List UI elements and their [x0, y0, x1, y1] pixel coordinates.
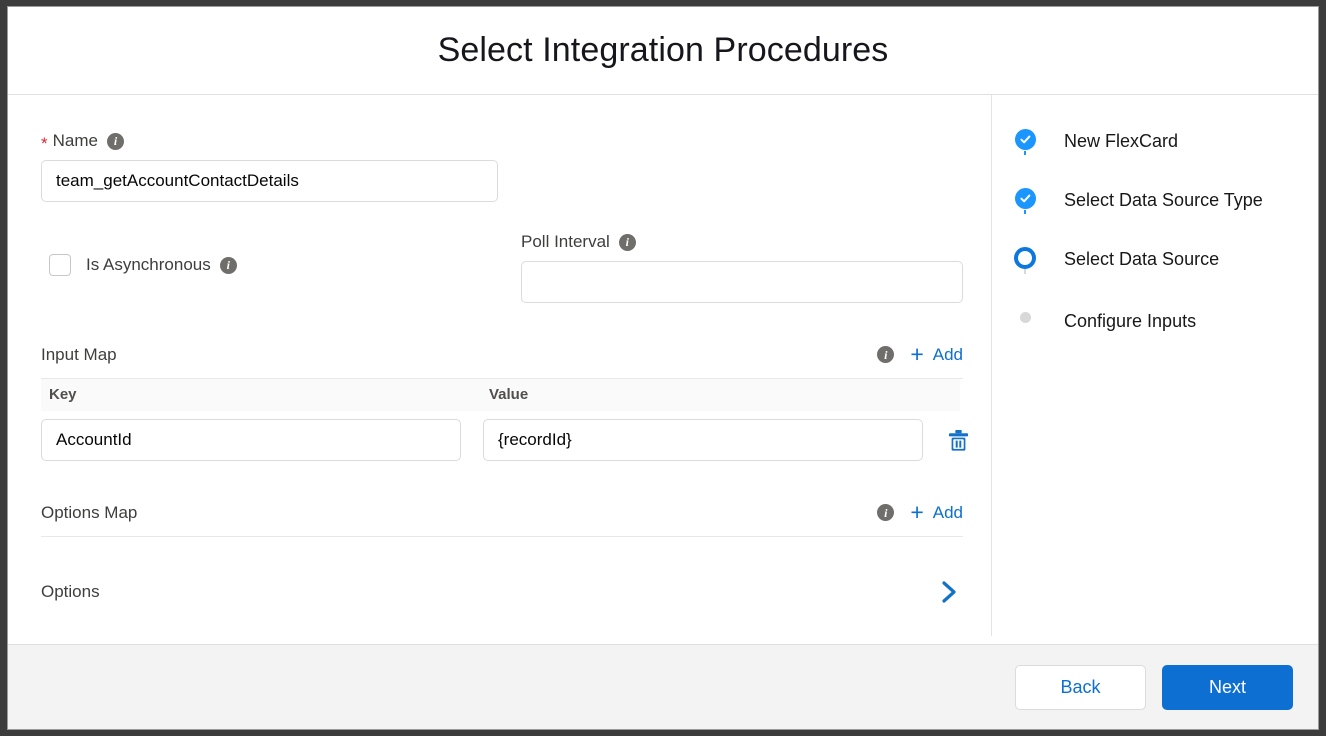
input-map-value-cell: {recordId} [483, 419, 923, 461]
options-accordion-row[interactable]: Options [41, 579, 960, 621]
plus-icon[interactable]: + [910, 343, 923, 366]
name-input-wrapper: team_getAccountContactDetails [41, 160, 498, 202]
wizard-stepper-pane: New FlexCard Select Data Source Type [992, 95, 1318, 644]
info-icon[interactable]: i [220, 257, 237, 274]
step-marker [1012, 247, 1038, 269]
step-completed-icon [1015, 188, 1036, 209]
stepper-item-select-data-source-type[interactable]: Select Data Source Type [1012, 188, 1318, 247]
chevron-right-icon[interactable] [938, 579, 960, 605]
input-map-key-input[interactable]: AccountId [41, 419, 461, 461]
next-button[interactable]: Next [1162, 665, 1293, 710]
step-pending-icon [1020, 312, 1031, 323]
poll-interval-label-row: Poll Interval i [521, 232, 963, 252]
table-row: AccountId {recordId} [41, 419, 1001, 461]
step-connector [1024, 269, 1026, 274]
is-asynchronous-checkbox[interactable] [49, 254, 71, 276]
is-asynchronous-group[interactable]: Is Asynchronous i [41, 232, 521, 276]
stepper-item-label: New FlexCard [1064, 129, 1178, 152]
is-asynchronous-label: Is Asynchronous [86, 255, 211, 275]
poll-interval-input[interactable] [521, 261, 963, 303]
required-asterisk: * [41, 135, 48, 152]
column-header-key: Key [49, 386, 77, 403]
back-button[interactable]: Back [1015, 665, 1146, 710]
async-poll-row: Is Asynchronous i Poll Interval i [41, 232, 963, 303]
input-map-add-button[interactable]: Add [933, 345, 963, 365]
poll-interval-group: Poll Interval i [521, 232, 963, 303]
page-title: Select Integration Procedures [438, 31, 889, 70]
stepper-item-label: Configure Inputs [1064, 306, 1196, 332]
trash-icon [948, 429, 969, 452]
wizard-stepper: New FlexCard Select Data Source Type [992, 129, 1318, 334]
name-label: Name [53, 131, 98, 151]
input-map-value-input[interactable]: {recordId} [483, 419, 923, 461]
options-label: Options [41, 582, 938, 602]
options-map-header: Options Map i + Add [41, 501, 963, 537]
name-label-row: * Name i [41, 131, 963, 151]
plus-icon[interactable]: + [910, 501, 923, 524]
stepper-item-label: Select Data Source [1064, 247, 1219, 270]
poll-interval-label: Poll Interval [521, 232, 610, 252]
modal-header: Select Integration Procedures [8, 7, 1318, 95]
options-map-add-group: i + Add [868, 501, 963, 524]
delete-row-button[interactable] [939, 429, 977, 452]
step-marker [1012, 129, 1038, 150]
step-current-icon [1014, 247, 1036, 269]
name-input[interactable]: team_getAccountContactDetails [41, 160, 498, 202]
step-marker [1012, 188, 1038, 209]
column-header-value: Value [489, 386, 528, 403]
modal-footer: Back Next [8, 644, 1318, 729]
input-map-key-cell: AccountId [41, 419, 461, 461]
info-icon[interactable]: i [619, 234, 636, 251]
input-map-header: Input Map i + Add [41, 343, 963, 379]
column-header-value-cell: Value [481, 386, 960, 404]
options-map-add-button[interactable]: Add [933, 503, 963, 523]
info-icon[interactable]: i [877, 346, 894, 363]
input-map-add-group: i + Add [868, 343, 963, 366]
step-completed-icon [1015, 129, 1036, 150]
options-map-title: Options Map [41, 503, 868, 523]
modal-body: * Name i team_getAccountContactDetails I… [8, 95, 1318, 644]
step-connector [1024, 151, 1026, 155]
info-icon[interactable]: i [107, 133, 124, 150]
stepper-item-select-data-source[interactable]: Select Data Source [1012, 247, 1318, 306]
input-map-title: Input Map [41, 345, 868, 365]
main-form-pane: * Name i team_getAccountContactDetails I… [8, 95, 991, 644]
info-icon[interactable]: i [877, 504, 894, 521]
stepper-item-label: Select Data Source Type [1064, 188, 1263, 211]
stepper-item-new-flexcard[interactable]: New FlexCard [1012, 129, 1318, 188]
name-field-group: * Name i team_getAccountContactDetails [41, 131, 963, 202]
column-header-key-cell: Key [41, 386, 481, 404]
input-map-header-row: Key Value [41, 379, 960, 411]
step-connector [1024, 210, 1026, 214]
modal-dialog: Select Integration Procedures * Name i t… [7, 6, 1319, 730]
step-marker [1012, 306, 1038, 323]
stepper-item-configure-inputs[interactable]: Configure Inputs [1012, 306, 1318, 334]
screen: Select Integration Procedures * Name i t… [0, 0, 1326, 736]
input-map-table: Key Value AccountId {recordId} [41, 379, 960, 461]
